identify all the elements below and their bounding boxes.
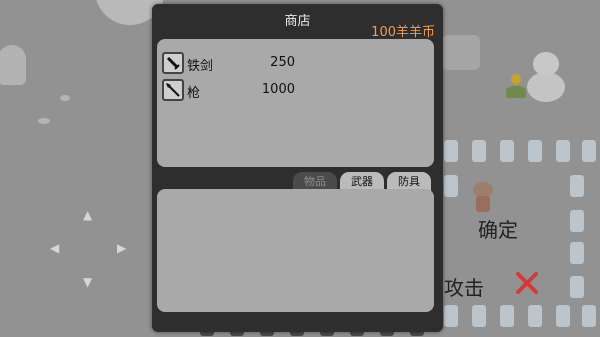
snowman-head	[533, 52, 559, 76]
sword-icon	[162, 52, 184, 74]
shop-item-row[interactable]: 铁剑 250	[162, 52, 422, 76]
close-button[interactable]	[512, 268, 542, 298]
flower-sprite	[503, 74, 529, 100]
shop-item-row[interactable]: 枪 1000	[162, 79, 422, 103]
item-detail-panel	[157, 189, 434, 312]
confirm-button[interactable]: 确定	[478, 214, 518, 243]
dpad-up-button[interactable]: ▲	[83, 208, 92, 222]
dpad-right-button[interactable]: ▶	[117, 241, 126, 255]
item-price: 1000	[261, 82, 295, 97]
player-character	[470, 182, 496, 212]
item-name: 铁剑	[187, 59, 214, 74]
spear-icon	[162, 79, 184, 101]
shop-window: 商店 100羊羊币 铁剑 250 枪 1000 物品 武器 防具	[152, 4, 443, 332]
item-name: 枪	[187, 86, 201, 101]
attack-button[interactable]: 攻击	[444, 272, 484, 301]
close-icon	[516, 272, 538, 294]
snowman-body	[527, 72, 565, 102]
item-price: 250	[270, 55, 295, 70]
dpad-left-button[interactable]: ◀	[50, 241, 59, 255]
dpad-down-button[interactable]: ▼	[83, 275, 92, 289]
crystal-field	[436, 130, 600, 337]
snow-patch	[60, 95, 70, 101]
tree-stump	[442, 35, 480, 70]
currency-balance: 100羊羊币	[371, 25, 435, 40]
snow-patch	[38, 118, 50, 124]
item-list-panel: 铁剑 250 枪 1000	[157, 39, 434, 167]
ghost-sprite	[0, 45, 26, 85]
